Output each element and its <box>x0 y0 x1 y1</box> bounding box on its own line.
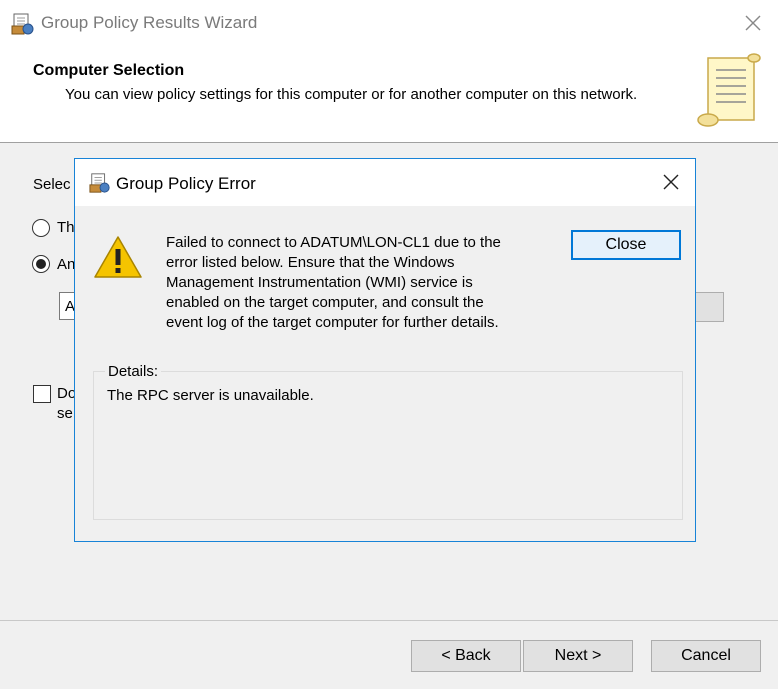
wizard-titlebar: Group Policy Results Wizard <box>0 0 778 46</box>
page-subtitle: You can view policy settings for this co… <box>65 86 638 103</box>
group-policy-icon <box>89 173 110 193</box>
next-button[interactable]: Next > <box>523 640 633 672</box>
dialog-title: Group Policy Error <box>116 174 256 193</box>
radio-this-computer[interactable] <box>32 219 50 237</box>
dialog-titlebar: Group Policy Error <box>75 159 695 206</box>
close-button[interactable]: Close <box>571 230 681 260</box>
details-text: The RPC server is unavailable. <box>107 387 314 404</box>
close-icon[interactable] <box>738 8 768 38</box>
back-button[interactable]: < Back <box>411 640 521 672</box>
scroll-icon <box>697 53 761 127</box>
group-policy-icon <box>11 13 34 35</box>
error-dialog: Group Policy Error Failed to connect to … <box>74 158 696 542</box>
do-not-display-checkbox[interactable] <box>33 385 51 403</box>
cancel-button[interactable]: Cancel <box>651 640 761 672</box>
footer-divider <box>0 620 778 621</box>
radio-another-computer[interactable] <box>32 255 50 273</box>
warning-icon <box>94 236 142 278</box>
wizard-title: Group Policy Results Wizard <box>41 13 258 32</box>
details-label: Details: <box>105 363 162 380</box>
error-message: Failed to connect to ADATUM\LON-CL1 due … <box>166 234 501 331</box>
radio-another-computer-label: An <box>57 256 75 273</box>
select-computer-label: Selec <box>33 176 71 193</box>
checkbox-label-line1: Do <box>57 385 75 402</box>
wizard-header: Computer Selection You can view policy s… <box>0 46 778 143</box>
browse-button[interactable] <box>695 292 724 322</box>
close-icon[interactable] <box>658 169 684 195</box>
radio-this-computer-label: Th <box>57 219 75 236</box>
page-title: Computer Selection <box>33 62 185 79</box>
checkbox-label-line2: se <box>57 405 73 422</box>
